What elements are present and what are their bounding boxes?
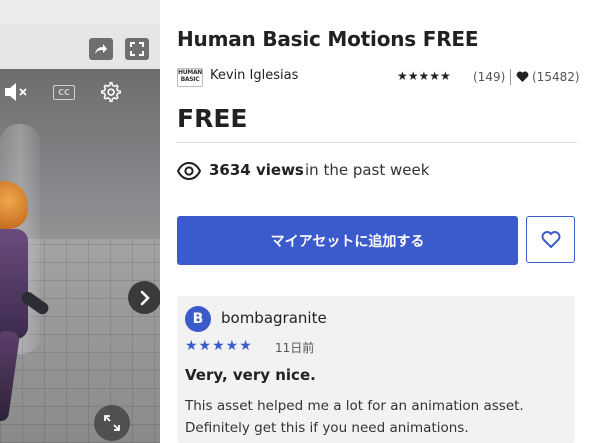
favorites-count: (15482) (532, 70, 580, 84)
fullscreen-button[interactable] (125, 38, 149, 60)
review-body-line: Definitely get this if you need animatio… (185, 420, 469, 436)
expand-button[interactable] (94, 405, 130, 441)
avatar[interactable]: B (185, 306, 211, 332)
publisher-row: HUMAN BASIC Kevin Iglesias ★★★★★ (149) (… (177, 67, 580, 89)
settings-button[interactable] (99, 80, 125, 106)
cc-icon: CC (53, 84, 75, 100)
heart-icon (516, 71, 529, 82)
share-button[interactable] (89, 38, 113, 60)
price: FREE (177, 104, 248, 133)
add-to-my-assets-button[interactable]: マイアセットに追加する (177, 216, 518, 265)
rating-divider (510, 69, 511, 85)
review-count[interactable]: (149) (473, 70, 505, 84)
review-author[interactable]: bombagranite (221, 309, 327, 327)
asset-title: Human Basic Motions FREE (177, 27, 479, 51)
publisher-name[interactable]: Kevin Iglesias (210, 68, 298, 83)
media-viewer[interactable]: CC (0, 0, 160, 443)
review-date: 11日前 (275, 341, 315, 355)
captions-button[interactable]: CC (52, 83, 76, 101)
video-preview[interactable]: CC (0, 69, 160, 443)
views-suffix: in the past week (305, 161, 430, 179)
divider (177, 142, 577, 143)
review-body-line: This asset helped me a lot for an animat… (185, 398, 524, 414)
gear-icon (101, 82, 122, 103)
review-card: B bombagranite ★★★★★ 11日前 Very, very nic… (177, 296, 575, 443)
review-body: This asset helped me a lot for an animat… (185, 395, 565, 439)
mute-button[interactable] (2, 80, 32, 104)
next-media-button[interactable] (128, 281, 160, 314)
review-stars: ★★★★★ (185, 338, 253, 354)
review-title: Very, very nice. (185, 366, 316, 384)
publisher-logo[interactable]: HUMAN BASIC (177, 68, 203, 87)
character-body (0, 229, 28, 339)
rating-stars[interactable]: ★★★★★ (397, 69, 451, 83)
eye-icon (177, 161, 201, 181)
heart-outline-icon (541, 230, 560, 248)
chevron-right-icon (140, 290, 150, 305)
speaker-muted-icon (5, 83, 27, 101)
share-icon (95, 44, 107, 54)
expand-arrows-icon (104, 415, 120, 431)
fullscreen-icon (130, 42, 144, 56)
views-count: 3634 views (209, 161, 304, 179)
views-row: 3634 views in the past week (177, 160, 577, 182)
favorite-button[interactable] (526, 216, 575, 263)
